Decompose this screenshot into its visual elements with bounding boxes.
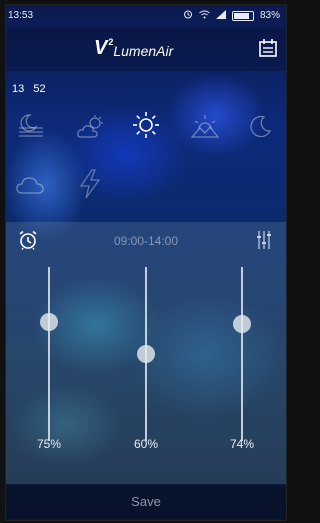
cloud-icon xyxy=(16,177,44,194)
clock-hours: 13 xyxy=(12,83,25,95)
schedule-header: 09:00-14:00 xyxy=(6,222,286,258)
slider-2-value: 60% xyxy=(133,437,159,451)
night-mode-button[interactable] xyxy=(250,115,272,137)
brightness-slider-1[interactable] xyxy=(34,267,64,441)
moonset-mode-button[interactable] xyxy=(18,113,44,137)
clock-display: 13 52 xyxy=(12,83,46,95)
brightness-slider-3[interactable] xyxy=(227,267,257,441)
app-frame: 13:53 83% V 2 LumenAir 13 52 09:00-14:00… xyxy=(5,4,287,521)
slider-track xyxy=(241,267,243,441)
cloud-sun-icon xyxy=(77,115,103,138)
app-bar: V 2 LumenAir xyxy=(6,27,286,71)
save-button[interactable]: Save xyxy=(6,485,286,519)
brightness-slider-2[interactable] xyxy=(131,267,161,441)
slider-1-value: 75% xyxy=(36,437,62,451)
slider-3-value: 74% xyxy=(229,437,255,451)
status-icons: 83% xyxy=(183,9,280,22)
signal-icon xyxy=(215,9,226,22)
crescent-moon-icon xyxy=(250,115,272,137)
lightning-icon xyxy=(79,169,101,199)
slider-thumb[interactable] xyxy=(233,314,251,333)
moon-horizon-icon xyxy=(19,114,43,137)
status-bar: 13:53 83% xyxy=(6,5,286,27)
sunset-icon xyxy=(190,115,220,138)
battery-icon xyxy=(231,10,254,21)
storm-mode-button[interactable] xyxy=(78,169,102,199)
status-time: 13:53 xyxy=(8,10,34,21)
slider-thumb[interactable] xyxy=(137,344,155,363)
alarm-status-icon xyxy=(183,9,193,22)
slider-thumb[interactable] xyxy=(40,312,58,331)
sunny-mode-button[interactable] xyxy=(132,111,160,139)
battery-percent: 83% xyxy=(259,10,280,21)
equalizer-button[interactable] xyxy=(256,230,272,255)
logo-v: V xyxy=(94,37,108,59)
cloud-mode-button[interactable] xyxy=(16,175,44,195)
logo-name: LumenAir xyxy=(113,43,174,59)
time-range-label[interactable]: 09:00-14:00 xyxy=(6,234,286,248)
sun-icon xyxy=(133,112,159,138)
app-logo: V 2 LumenAir xyxy=(94,37,173,60)
wifi-icon xyxy=(199,10,210,22)
sunset-mode-button[interactable] xyxy=(190,113,220,139)
slider-track xyxy=(48,267,50,441)
clock-minutes: 52 xyxy=(33,83,46,95)
cloudy-sun-mode-button[interactable] xyxy=(76,115,106,139)
calendar-icon xyxy=(259,39,277,57)
calendar-button[interactable] xyxy=(258,38,278,58)
equalizer-icon xyxy=(257,231,271,249)
